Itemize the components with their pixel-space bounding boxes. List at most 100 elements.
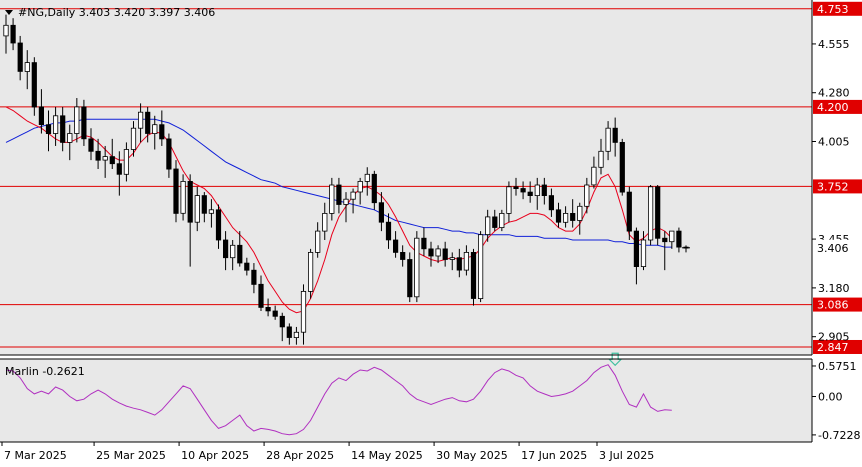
candle-body [676, 230, 682, 248]
candle-body [463, 251, 470, 271]
candle-body [237, 244, 243, 264]
candle-body [442, 248, 448, 260]
candle-body [612, 127, 618, 143]
candle-body [116, 163, 122, 175]
candle-body [272, 310, 278, 317]
candle-body [584, 184, 590, 207]
time-tick-label: 17 Jun 2025 [521, 449, 587, 462]
candle-body [109, 156, 115, 165]
candle-body [279, 315, 285, 328]
candle-body [145, 111, 151, 134]
candle-body [421, 237, 427, 250]
osc-tick-label: 0.00 [818, 391, 843, 404]
candle-body [53, 115, 59, 134]
candle-body [130, 127, 137, 150]
candle-body [385, 221, 392, 241]
candle-body [123, 149, 129, 175]
price-tick-label: 4.005 [818, 136, 850, 149]
time-tick-label: 3 Jul 2025 [599, 449, 654, 462]
candle-body [598, 150, 604, 168]
level-label-0: 4.753 [817, 3, 849, 16]
candle-body [605, 127, 611, 152]
candle-body [513, 186, 519, 190]
candle-body [520, 188, 526, 193]
candle-body [591, 166, 597, 186]
candle-body [485, 216, 491, 235]
time-tick-label: 30 May 2025 [436, 449, 508, 462]
oscillator-header-title: Marlin -0.2621 [5, 365, 85, 378]
oscillator-axis: 0.5751 0.00 -0.7228 [812, 360, 860, 442]
candle-body [343, 198, 349, 205]
candle-body [371, 173, 377, 204]
candle-body [74, 106, 80, 134]
price-tick-label: 3.180 [818, 282, 850, 295]
time-tick-label: 7 Mar 2025 [4, 449, 67, 462]
candle-body [152, 124, 158, 134]
candle-body [577, 205, 583, 221]
candle-body [300, 290, 307, 333]
candle-body [570, 212, 576, 221]
candle-body [222, 239, 229, 259]
candle-body [258, 283, 264, 308]
candle-body [563, 212, 569, 223]
level-label-3: 3.086 [817, 299, 849, 312]
candle-body [378, 202, 385, 223]
candle-body [187, 180, 193, 223]
candle-body [428, 248, 434, 257]
time-axis: 7 Mar 2025 25 Mar 2025 10 Apr 2025 28 Apr 2… [1, 442, 654, 462]
candle-body [669, 230, 675, 243]
time-tick-label: 10 Apr 2025 [181, 449, 249, 462]
candle-body [180, 180, 186, 214]
candle-body [24, 62, 30, 72]
candle-body [95, 150, 101, 161]
current-price-label: 3.406 [817, 242, 849, 255]
time-tick-label: 28 Apr 2025 [266, 449, 334, 462]
candle-body [364, 173, 370, 182]
candle-body [555, 209, 562, 223]
candle-body [67, 133, 73, 143]
candle-body [527, 191, 533, 197]
candle-body [322, 212, 328, 232]
candle-body [470, 251, 477, 299]
candle-body [640, 239, 647, 268]
candle-body [293, 331, 300, 338]
candle-body [315, 230, 321, 253]
candle-body [81, 106, 87, 140]
candle-body [329, 184, 335, 214]
candle-body [477, 234, 484, 299]
candle-body [251, 269, 257, 285]
chart-header-title: #NG,Daily 3.403 3.420 3.397 3.406 [18, 6, 215, 19]
candle-body [60, 115, 66, 143]
candle-body [265, 306, 271, 312]
candle-body [173, 168, 179, 214]
candle-body [499, 212, 505, 228]
candle-body [307, 251, 314, 292]
osc-tick-label: -0.7228 [818, 429, 860, 442]
time-tick-label: 14 May 2025 [351, 449, 423, 462]
candle-body [449, 257, 455, 260]
candle-body [159, 124, 165, 140]
candle-body [31, 62, 37, 108]
candle-body [102, 156, 108, 161]
candle-body [548, 195, 555, 211]
candle-body [392, 239, 399, 253]
osc-tick-label: 0.5751 [818, 360, 857, 373]
candle-body [400, 251, 406, 260]
candle-body [10, 24, 16, 44]
candle-body [17, 42, 23, 72]
candle-body [492, 216, 498, 228]
candle-body [45, 124, 52, 134]
candle-body [230, 244, 236, 259]
candle-body [633, 230, 640, 268]
candle-body [137, 111, 144, 129]
candle-body [166, 138, 172, 170]
candle-body [208, 209, 214, 214]
candle-body [215, 209, 222, 241]
osc-plot-background [0, 359, 812, 442]
candle-body [534, 184, 540, 197]
chart-canvas: 4.7534.2003.7523.0862.847 4.5554.2804.00… [0, 0, 862, 462]
candle-body [194, 195, 200, 223]
candle-body [435, 248, 441, 257]
candle-body [244, 262, 250, 271]
candle-body [456, 257, 462, 271]
